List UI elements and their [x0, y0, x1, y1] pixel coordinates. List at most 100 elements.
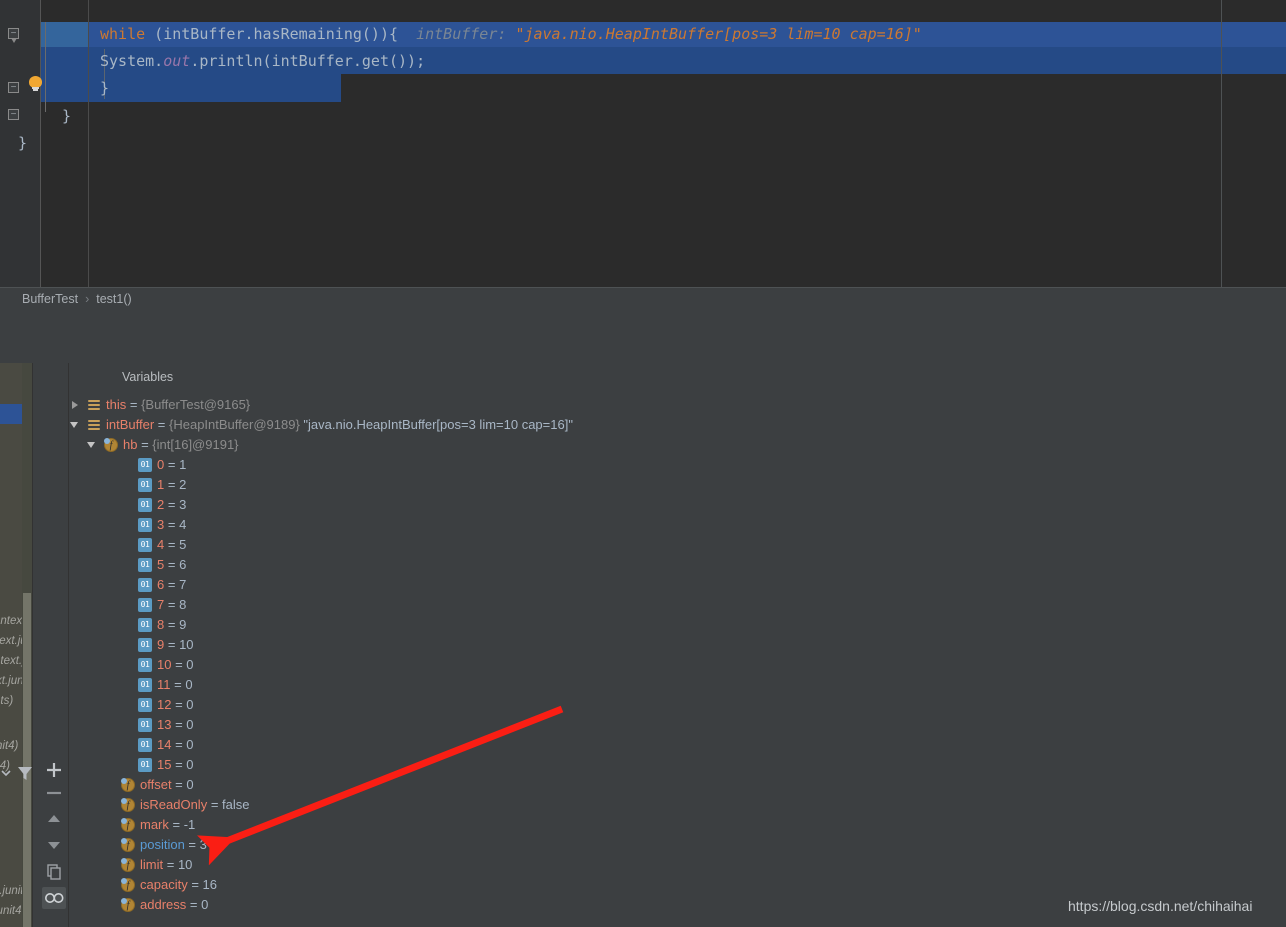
- frames-divider: [32, 363, 33, 927]
- move-down-button[interactable]: [41, 832, 67, 858]
- code-token: (intBuffer.hasRemaining()){: [145, 25, 399, 43]
- variable-text: 14 = 0: [157, 735, 194, 755]
- variable-name[interactable]: 13: [157, 717, 171, 732]
- code-token: while: [100, 25, 146, 43]
- variable-name[interactable]: 15: [157, 757, 171, 772]
- variable-value: 1: [179, 457, 187, 472]
- equals-sign: =: [186, 897, 202, 912]
- equals-sign: =: [187, 877, 203, 892]
- variable-text: isReadOnly = false: [140, 795, 250, 815]
- variable-name[interactable]: this: [106, 397, 126, 412]
- remove-watch-button[interactable]: [41, 780, 67, 806]
- frames-scrollbar[interactable]: [22, 363, 32, 927]
- selected-frame-row[interactable]: [0, 404, 22, 424]
- frame-entry-clipped[interactable]: junit4.su: [0, 905, 22, 917]
- code-line: System.out.println(intBuffer.get());: [100, 49, 425, 74]
- breadcrumb-bar: BufferTest › test1(): [0, 287, 1286, 311]
- variable-text: position = 3: [140, 835, 207, 855]
- primitive-icon: [138, 598, 152, 612]
- variable-value: -1: [183, 817, 196, 832]
- frame-entry-clipped[interactable]: nit4): [0, 740, 18, 752]
- code-line: }: [100, 76, 109, 101]
- primitive-icon: [138, 698, 152, 712]
- breadcrumb-method[interactable]: test1(): [96, 292, 131, 306]
- tab-variables[interactable]: Variables: [122, 363, 173, 391]
- primitive-icon: [138, 638, 152, 652]
- variable-text: address = 0: [140, 895, 208, 915]
- variable-value: 6: [179, 557, 187, 572]
- variable-name[interactable]: offset: [140, 777, 172, 792]
- variable-name[interactable]: 12: [157, 697, 171, 712]
- chevron-right-icon: ›: [85, 292, 90, 306]
- variable-value: 9: [179, 617, 187, 632]
- variables-tree[interactable]: this = {BufferTest@9165} intBuffer = {Hea…: [70, 391, 1286, 927]
- breadcrumb-class[interactable]: BufferTest: [22, 292, 78, 306]
- equals-sign: =: [171, 757, 187, 772]
- code-editor[interactable]: − − − while (intBuffer.hasRemaining()){ …: [0, 0, 1286, 287]
- frame-entry-clipped[interactable]: text.jun: [0, 635, 22, 647]
- code-line: }: [62, 104, 71, 129]
- field-icon: [121, 798, 135, 812]
- variable-name[interactable]: 11: [157, 677, 171, 692]
- variable-name[interactable]: 14: [157, 737, 171, 752]
- code-token: .println(intBuffer.get());: [190, 52, 426, 70]
- variable-name[interactable]: position: [140, 837, 185, 852]
- field-icon: [121, 818, 135, 832]
- variable-text: 6 = 7: [157, 575, 186, 595]
- variable-name[interactable]: capacity: [140, 877, 188, 892]
- frame-entry-clipped[interactable]: t.junit4: [0, 885, 22, 897]
- variable-text: 5 = 6: [157, 555, 186, 575]
- equals-sign: =: [171, 737, 187, 752]
- variable-text: 8 = 9: [157, 615, 186, 635]
- variable-text: 9 = 10: [157, 635, 194, 655]
- primitive-icon: [138, 618, 152, 632]
- primitive-icon: [138, 658, 152, 672]
- expand-arrow-icon[interactable]: [70, 395, 81, 415]
- breadcrumb[interactable]: BufferTest › test1(): [22, 288, 132, 311]
- variable-value: 16: [202, 877, 217, 892]
- variable-name[interactable]: isReadOnly: [140, 797, 207, 812]
- variable-value: 10: [177, 857, 193, 872]
- code-token: }: [62, 107, 72, 125]
- chevron-down-icon[interactable]: [0, 760, 20, 786]
- variable-name[interactable]: intBuffer: [106, 417, 154, 432]
- equals-sign: =: [154, 417, 170, 432]
- variable-value: false: [222, 797, 250, 812]
- collapse-arrow-icon[interactable]: [70, 415, 81, 435]
- variable-name[interactable]: mark: [140, 817, 169, 832]
- code-line: while (intBuffer.hasRemaining()){ intBuf…: [100, 22, 922, 47]
- equals-sign: =: [163, 857, 178, 872]
- variable-name[interactable]: address: [140, 897, 186, 912]
- frame-entry-clipped[interactable]: ntext.jur: [0, 655, 22, 667]
- field-icon: [121, 898, 135, 912]
- variable-name[interactable]: 10: [157, 657, 171, 672]
- ide-debug-screenshot: − − − while (intBuffer.hasRemaining()){ …: [0, 0, 1286, 927]
- equals-sign: =: [164, 637, 180, 652]
- frame-entry-clipped[interactable]: xt.junit: [0, 675, 22, 687]
- variable-reference: {BufferTest@9165}: [141, 397, 251, 412]
- watches-button[interactable]: [42, 887, 66, 909]
- equals-sign: =: [164, 497, 180, 512]
- collapse-arrow-icon[interactable]: [87, 435, 98, 455]
- move-up-button[interactable]: [41, 806, 67, 832]
- variable-value: 8: [179, 597, 187, 612]
- code-token: System.: [100, 52, 164, 70]
- primitive-icon: [138, 458, 152, 472]
- variables-tab-bar[interactable]: Variables: [70, 363, 1286, 391]
- primitive-icon: [138, 518, 152, 532]
- variable-value: 0: [185, 677, 193, 692]
- equals-sign: =: [164, 577, 180, 592]
- variable-name[interactable]: hb: [123, 437, 137, 452]
- variable-text: 13 = 0: [157, 715, 194, 735]
- variable-value: 3: [199, 837, 207, 852]
- frames-list-clipped[interactable]: ontext.ju text.jun ntext.jur xt.junit nts) ni…: [0, 363, 22, 927]
- frame-entry-clipped[interactable]: nts): [0, 695, 13, 707]
- frame-entry-clipped[interactable]: ontext.ju: [0, 615, 22, 627]
- equals-sign: =: [164, 517, 180, 532]
- toolbar-strip-lower: [0, 338, 1286, 364]
- debugger-panel[interactable]: ontext.ju text.jun ntext.jur xt.junit nts) ni…: [0, 363, 1286, 927]
- equals-sign: =: [164, 537, 180, 552]
- copy-value-button[interactable]: [41, 858, 67, 884]
- variable-value: 0: [201, 897, 209, 912]
- variable-name[interactable]: limit: [140, 857, 163, 872]
